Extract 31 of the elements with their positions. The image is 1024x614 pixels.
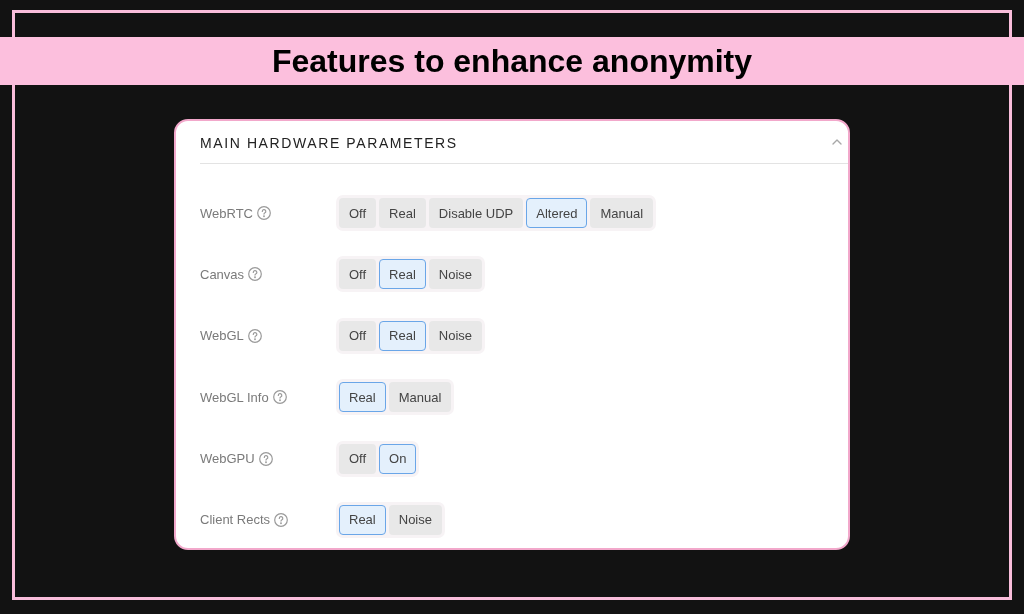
setting-label: WebGL	[200, 328, 244, 344]
panel-title: MAIN HARDWARE PARAMETERS	[200, 134, 458, 151]
help-icon	[247, 328, 262, 343]
option-button[interactable]: Noise	[388, 504, 442, 535]
help-icon	[258, 451, 273, 466]
option-button[interactable]: Altered	[526, 198, 588, 228]
option-button[interactable]: Off	[339, 320, 377, 351]
help-icon	[248, 267, 263, 282]
option-button[interactable]: Real	[379, 198, 426, 228]
option-button[interactable]: On	[379, 443, 417, 474]
option-button[interactable]: Manual	[590, 198, 654, 228]
help-icon	[257, 206, 271, 220]
setting-label: WebRTC	[200, 205, 253, 221]
setting-label: Client Rects	[200, 512, 271, 528]
setting-label: WebGL Info	[200, 389, 269, 405]
option-button[interactable]: Real	[379, 320, 426, 351]
help-icon	[272, 390, 287, 405]
title-banner: Features to enhance anonymity	[0, 37, 1024, 85]
help-icon	[274, 512, 289, 527]
option-button[interactable]: Real	[339, 504, 386, 535]
option-button[interactable]: Noise	[428, 259, 483, 290]
option-button[interactable]: Real	[339, 382, 386, 413]
option-button[interactable]: Off	[339, 198, 377, 228]
option-button[interactable]: Manual	[388, 382, 452, 413]
option-button[interactable]: Off	[339, 259, 377, 290]
option-button[interactable]: Disable UDP	[428, 198, 524, 228]
option-button[interactable]: Noise	[428, 320, 483, 351]
option-button[interactable]: Real	[379, 259, 426, 290]
setting-label: Canvas	[200, 266, 245, 282]
setting-label: WebGPU	[200, 451, 255, 467]
option-button[interactable]: Off	[339, 443, 377, 474]
